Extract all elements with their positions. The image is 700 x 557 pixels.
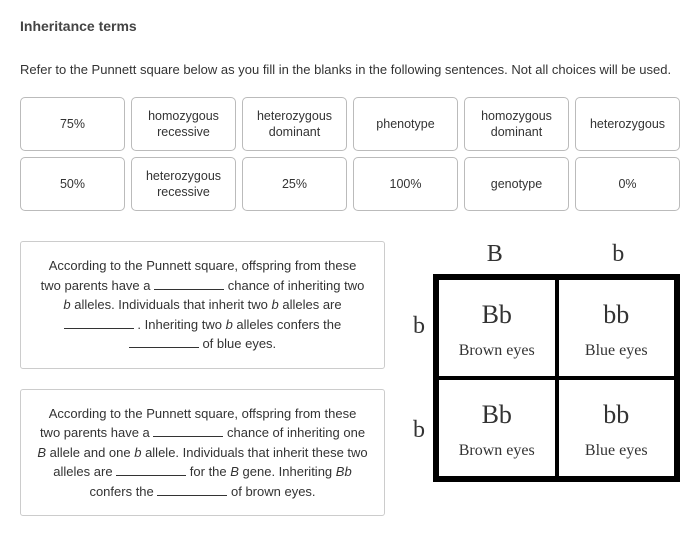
choice-homozygous-recessive[interactable]: homozygous recessive	[131, 97, 236, 151]
passage-2: According to the Punnett square, offspri…	[20, 389, 385, 517]
punnett-phenotype: Brown eyes	[459, 342, 535, 360]
passage-2-text: for the	[186, 464, 230, 479]
italic-allele: B	[37, 445, 46, 460]
punnett-cell: bb Blue eyes	[557, 378, 677, 478]
page-title: Inheritance terms	[20, 18, 680, 34]
blank-drop-target[interactable]	[154, 277, 224, 290]
punnett-side-allele-2: b	[405, 378, 433, 482]
passage-1-text: chance of inheriting two	[224, 278, 364, 293]
punnett-genotype: Bb	[482, 300, 512, 330]
passage-1-text: alleles. Individuals that inherit two	[71, 297, 272, 312]
punnett-square: B b b b Bb Brown eyes bb Blue eyes	[405, 241, 680, 516]
choice-bank: 75% homozygous recessive heterozygous do…	[20, 97, 680, 211]
punnett-top-allele-2: b	[557, 241, 681, 274]
choice-homozygous-dominant[interactable]: homozygous dominant	[464, 97, 569, 151]
punnett-genotype: Bb	[482, 400, 512, 430]
passage-1-text: of blue eyes.	[199, 336, 276, 351]
passage-1-text: alleles confers the	[233, 317, 341, 332]
italic-allele: B	[230, 464, 239, 479]
italic-allele: b	[272, 297, 279, 312]
punnett-genotype: bb	[603, 400, 629, 430]
italic-allele: b	[63, 297, 70, 312]
punnett-phenotype: Brown eyes	[459, 442, 535, 460]
passage-2-text: allele and one	[46, 445, 134, 460]
choice-heterozygous-recessive[interactable]: heterozygous recessive	[131, 157, 236, 211]
blank-drop-target[interactable]	[157, 483, 227, 496]
punnett-phenotype: Blue eyes	[585, 342, 648, 360]
choice-genotype[interactable]: genotype	[464, 157, 569, 211]
passage-2-text: gene. Inheriting	[239, 464, 336, 479]
punnett-side-allele-1: b	[405, 274, 433, 378]
passage-1: According to the Punnett square, offspri…	[20, 241, 385, 369]
punnett-cell: Bb Brown eyes	[437, 278, 557, 378]
choice-75-percent[interactable]: 75%	[20, 97, 125, 151]
choice-0-percent[interactable]: 0%	[575, 157, 680, 211]
passage-2-text: of brown eyes.	[227, 484, 315, 499]
blank-drop-target[interactable]	[153, 424, 223, 437]
punnett-cell: Bb Brown eyes	[437, 378, 557, 478]
choice-phenotype[interactable]: phenotype	[353, 97, 458, 151]
italic-genotype: Bb	[336, 464, 352, 479]
choice-heterozygous-dominant[interactable]: heterozygous dominant	[242, 97, 347, 151]
passage-2-text: chance of inheriting one	[223, 425, 365, 440]
instructions-text: Refer to the Punnett square below as you…	[20, 62, 680, 77]
choice-50-percent[interactable]: 50%	[20, 157, 125, 211]
blank-drop-target[interactable]	[116, 463, 186, 476]
punnett-cell: bb Blue eyes	[557, 278, 677, 378]
blank-drop-target[interactable]	[129, 335, 199, 348]
choice-25-percent[interactable]: 25%	[242, 157, 347, 211]
punnett-genotype: bb	[603, 300, 629, 330]
italic-allele: b	[226, 317, 233, 332]
blank-drop-target[interactable]	[64, 316, 134, 329]
punnett-top-allele-1: B	[433, 241, 557, 274]
choice-heterozygous[interactable]: heterozygous	[575, 97, 680, 151]
passage-1-text: alleles are	[279, 297, 342, 312]
passage-2-text: confers the	[89, 484, 157, 499]
punnett-phenotype: Blue eyes	[585, 442, 648, 460]
choice-100-percent[interactable]: 100%	[353, 157, 458, 211]
passage-1-text: . Inheriting two	[134, 317, 226, 332]
